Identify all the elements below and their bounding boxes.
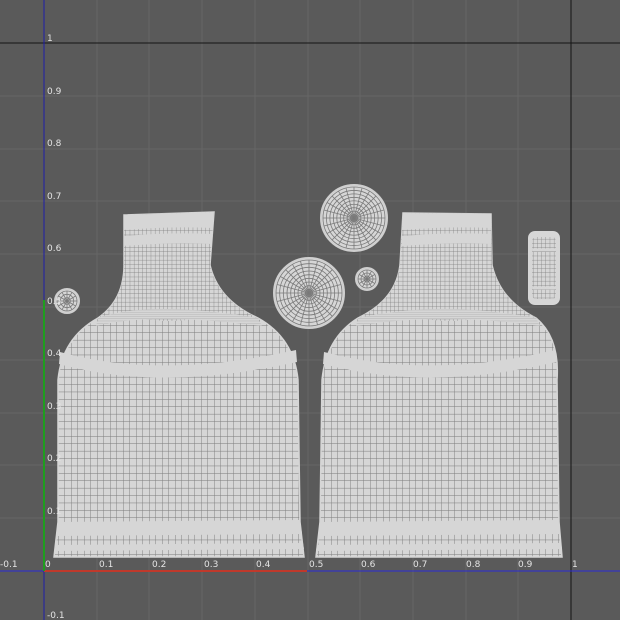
v-tick-label: -0.1 <box>47 611 65 620</box>
v-tick-label: 1 <box>47 34 53 44</box>
v-tick-label: 0.1 <box>47 507 61 517</box>
uv-shell-cap-top[interactable] <box>320 184 388 252</box>
u-tick-label: 0.7 <box>413 560 427 570</box>
v-tick-label: 0.7 <box>47 192 61 202</box>
u-tick-label: 0.6 <box>361 560 376 570</box>
uv-shell-small-disc-right[interactable] <box>355 267 379 291</box>
u-tick-label: 0 <box>45 560 51 570</box>
uv-shell-cap-band[interactable] <box>528 231 560 305</box>
uv-shell-bottle-base[interactable] <box>273 257 345 329</box>
u-tick-label: 0.5 <box>309 560 323 570</box>
v-tick-label: 0.5 <box>47 297 61 307</box>
v-tick-label: 0.3 <box>47 402 61 412</box>
v-tick-label: 0.8 <box>47 139 62 149</box>
u-tick-label: 0.1 <box>99 560 113 570</box>
u-tick-label: 0.3 <box>204 560 218 570</box>
v-tick-label: 0.9 <box>47 87 62 97</box>
v-tick-label: 0.6 <box>47 244 62 254</box>
u-tick-label: -0.1 <box>0 560 18 570</box>
v-tick-label: 0.4 <box>47 349 62 359</box>
uv-editor-viewport[interactable]: -0.1 0 0.1 0.2 0.3 0.4 0.5 0.6 0.7 0.8 0… <box>0 0 620 620</box>
v-tick-label: 0.2 <box>47 454 61 464</box>
u-tick-label: 0.2 <box>152 560 166 570</box>
u-tick-label: 1 <box>572 560 578 570</box>
u-tick-label: 0.4 <box>256 560 271 570</box>
u-tick-label: 0.9 <box>518 560 533 570</box>
u-tick-label: 0.8 <box>466 560 481 570</box>
uv-canvas[interactable]: -0.1 0 0.1 0.2 0.3 0.4 0.5 0.6 0.7 0.8 0… <box>0 0 620 620</box>
